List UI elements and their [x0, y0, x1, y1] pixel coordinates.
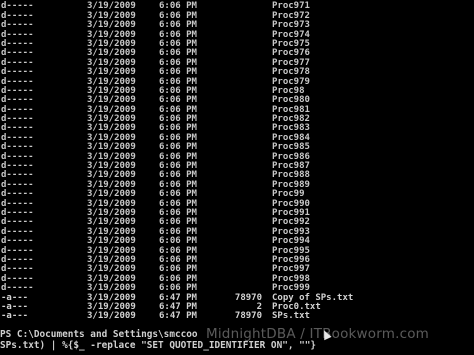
- listing-row: d----- 3/19/2009 6:06 PM Proc985: [0, 142, 474, 152]
- listing-row: d----- 3/19/2009 6:06 PM Proc991: [0, 208, 474, 218]
- listing-row: d----- 3/19/2009 6:06 PM Proc971: [0, 1, 474, 11]
- date-cell: 3/19/2009: [87, 311, 136, 322]
- listing-row: -a--- 3/19/2009 6:47 PM 78970 Copy of SPs.tx…: [0, 293, 474, 303]
- listing-row: d----- 3/19/2009 6:06 PM Proc974: [0, 30, 474, 40]
- listing-row: d----- 3/19/2009 6:06 PM Proc99: [0, 189, 474, 199]
- listing-row: d----- 3/19/2009 6:06 PM Proc979: [0, 77, 474, 87]
- listing-row: d----- 3/19/2009 6:06 PM Proc988: [0, 171, 474, 181]
- listing-row: d----- 3/19/2009 6:06 PM Proc984: [0, 133, 474, 143]
- listing-row: d----- 3/19/2009 6:06 PM Proc998: [0, 274, 474, 284]
- listing-row: d----- 3/19/2009 6:06 PM Proc978: [0, 67, 474, 77]
- listing-row: d----- 3/19/2009 6:06 PM Proc997: [0, 264, 474, 274]
- listing-row: d----- 3/19/2009 6:06 PM Proc980: [0, 95, 474, 105]
- listing-row: d----- 3/19/2009 6:06 PM Proc996: [0, 255, 474, 265]
- listing-row: -a--- 3/19/2009 6:47 PM 78970 SPs.txt: [0, 311, 474, 322]
- listing-row: d----- 3/19/2009 6:06 PM Proc994: [0, 236, 474, 246]
- time-cell: 6:47 PM: [159, 311, 197, 322]
- name-cell: SPs.txt: [272, 311, 310, 322]
- listing-row: d----- 3/19/2009 6:06 PM Proc986: [0, 152, 474, 162]
- listing-row: d----- 3/19/2009 6:06 PM Proc989: [0, 180, 474, 190]
- listing-row: d----- 3/19/2009 6:06 PM Proc975: [0, 39, 474, 49]
- listing-row: d----- 3/19/2009 6:06 PM Proc992: [0, 217, 474, 227]
- listing-row: d----- 3/19/2009 6:06 PM Proc976: [0, 48, 474, 58]
- watermark: MidnightDBA / ITBookworm.com: [206, 326, 430, 342]
- directory-listing: d-----3/19/20096:06 PMProc970d-----3/19/…: [0, 0, 474, 322]
- listing-row: d----- 3/19/2009 6:06 PM Proc977: [0, 58, 474, 68]
- powershell-console[interactable]: d-----3/19/20096:06 PMProc970d-----3/19/…: [0, 0, 474, 355]
- listing-row: d----- 3/19/2009 6:06 PM Proc987: [0, 161, 474, 171]
- listing-row: d----- 3/19/2009 6:06 PM Proc983: [0, 124, 474, 134]
- listing-row: d----- 3/19/2009 6:06 PM Proc973: [0, 20, 474, 30]
- command-line-1[interactable]: PS C:\Documents and Settings\smccoo: [0, 329, 198, 340]
- mode-cell: -a---: [1, 311, 29, 322]
- listing-row: d----- 3/19/2009 6:06 PM Proc995: [0, 246, 474, 256]
- listing-row: d----- 3/19/2009 6:06 PM Proc982: [0, 114, 474, 124]
- listing-row: d----- 3/19/2009 6:06 PM Proc990: [0, 199, 474, 209]
- listing-row: d----- 3/19/2009 6:06 PM Proc98: [0, 86, 474, 96]
- length-cell: 78970: [234, 311, 262, 322]
- listing-row: d----- 3/19/2009 6:06 PM Proc981: [0, 105, 474, 115]
- listing-row: d----- 3/19/2009 6:06 PM Proc993: [0, 227, 474, 237]
- listing-row: d----- 3/19/2009 6:06 PM Proc972: [0, 11, 474, 21]
